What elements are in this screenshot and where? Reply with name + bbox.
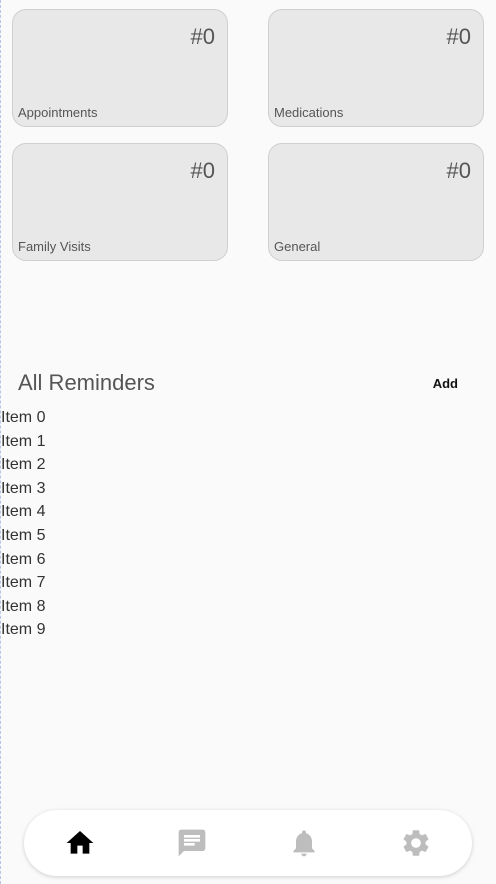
nav-settings[interactable]	[388, 815, 444, 871]
card-count: #0	[190, 24, 215, 49]
list-item[interactable]: Item 8	[1, 595, 45, 619]
reminders-list: Item 0 Item 1 Item 2 Item 3 Item 4 Item …	[1, 406, 45, 642]
category-card-family-visits[interactable]: #0 Family Visits	[12, 143, 228, 261]
list-item[interactable]: Item 2	[1, 453, 45, 477]
card-label: General	[274, 239, 321, 254]
bottom-navigation	[24, 810, 472, 876]
card-label: Family Visits	[18, 239, 91, 254]
nav-notifications[interactable]	[276, 815, 332, 871]
reminders-title: All Reminders	[18, 370, 155, 395]
list-item[interactable]: Item 4	[1, 500, 45, 524]
card-count: #0	[446, 24, 471, 49]
gear-icon	[403, 830, 429, 856]
card-label: Medications	[274, 105, 344, 120]
bell-icon	[293, 830, 315, 857]
list-item[interactable]: Item 5	[1, 524, 45, 548]
add-reminder-button[interactable]: Add	[423, 376, 468, 391]
list-item[interactable]: Item 6	[1, 548, 45, 572]
card-label: Appointments	[18, 105, 98, 120]
list-item[interactable]: Item 9	[1, 618, 45, 642]
category-card-appointments[interactable]: #0 Appointments	[12, 9, 228, 127]
chat-icon	[178, 829, 206, 857]
card-count: #0	[446, 158, 471, 183]
reminders-header: All Reminders Add	[18, 370, 468, 400]
list-item[interactable]: Item 0	[1, 406, 45, 430]
list-item[interactable]: Item 1	[1, 430, 45, 454]
nav-home[interactable]	[52, 815, 108, 871]
home-icon	[66, 831, 94, 854]
list-item[interactable]: Item 7	[1, 571, 45, 595]
card-count: #0	[190, 158, 215, 183]
category-card-medications[interactable]: #0 Medications	[268, 9, 484, 127]
category-card-general[interactable]: #0 General	[268, 143, 484, 261]
list-item[interactable]: Item 3	[1, 477, 45, 501]
nav-messages[interactable]	[164, 815, 220, 871]
